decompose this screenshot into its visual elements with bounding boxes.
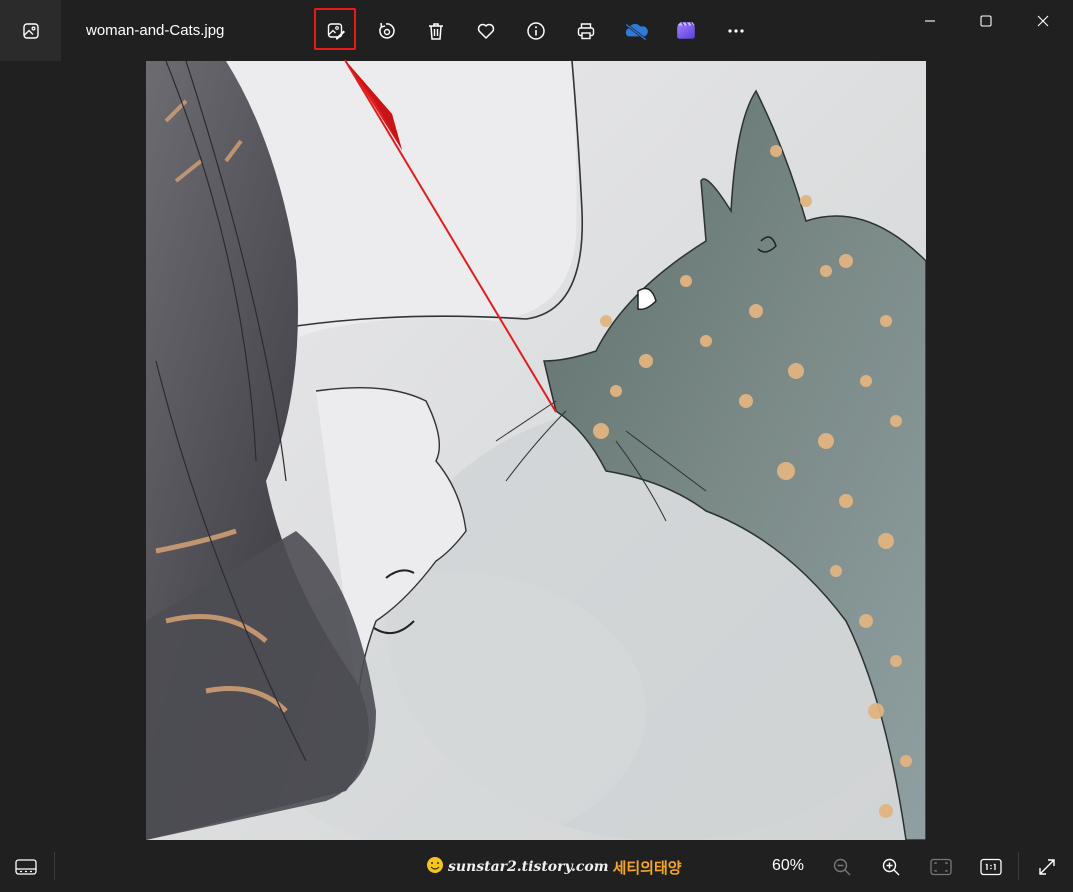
zoom-in-button[interactable] — [876, 852, 906, 882]
clipchamp-button[interactable] — [670, 15, 702, 47]
full-screen-icon — [1039, 859, 1055, 875]
more-button[interactable] — [720, 15, 752, 47]
onedrive-button[interactable] — [620, 15, 652, 47]
edit-button-highlight — [314, 8, 356, 50]
print-button[interactable] — [570, 15, 602, 47]
bottom-divider — [54, 852, 55, 880]
zoom-out-button[interactable] — [827, 852, 857, 882]
photo-woman-and-cat — [146, 61, 926, 840]
photos-app-icon[interactable] — [0, 0, 61, 61]
print-icon — [577, 23, 595, 40]
more-icon — [728, 29, 744, 33]
close-icon — [1037, 15, 1049, 27]
zoom-out-icon — [833, 858, 851, 876]
minimize-button[interactable] — [907, 6, 953, 36]
maximize-icon — [980, 15, 992, 27]
clipchamp-icon — [677, 21, 695, 39]
rotate-icon — [379, 22, 395, 39]
info-icon — [527, 22, 545, 40]
filmstrip-button[interactable] — [11, 852, 41, 882]
file-info-button[interactable] — [520, 15, 552, 47]
watermark-korean: 세티의태양 — [612, 858, 682, 877]
gallery-icon — [22, 22, 39, 39]
watermark-site: sunstar2.tistory.com — [448, 859, 609, 875]
filmstrip-icon — [15, 859, 37, 875]
smiley-icon — [426, 856, 444, 878]
minimize-icon — [925, 20, 935, 22]
close-button[interactable] — [1020, 6, 1066, 36]
actual-size-icon — [980, 858, 1002, 876]
fit-to-window-button[interactable] — [926, 852, 956, 882]
cloud-icon — [625, 23, 648, 41]
zoom-level: 60% — [772, 857, 805, 874]
delete-button[interactable] — [420, 15, 452, 47]
maximize-button[interactable] — [963, 6, 1009, 36]
full-screen-button[interactable] — [1032, 852, 1062, 882]
heart-icon — [477, 23, 495, 39]
file-name: woman-and-Cats.jpg — [86, 22, 225, 39]
watermark: sunstar2.tistory.com 세티의태양 — [426, 856, 682, 878]
bottom-divider-right — [1018, 852, 1019, 880]
trash-icon — [429, 23, 443, 40]
rotate-button[interactable] — [370, 15, 402, 47]
fit-to-window-icon — [930, 858, 952, 876]
favorite-button[interactable] — [470, 15, 502, 47]
actual-size-button[interactable] — [976, 852, 1006, 882]
zoom-in-icon — [882, 858, 900, 876]
